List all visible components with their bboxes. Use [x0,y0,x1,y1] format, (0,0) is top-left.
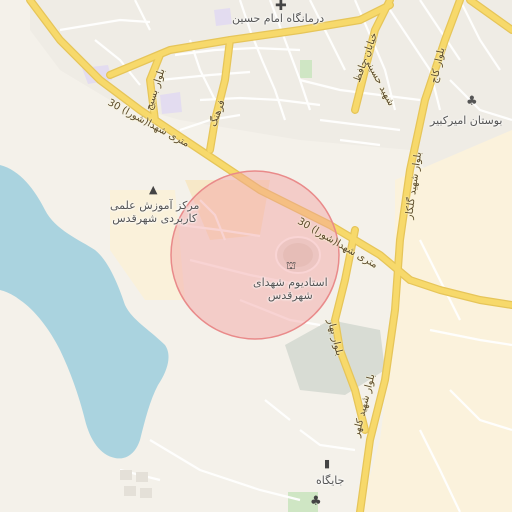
poi-label-stadium[interactable]: استادیوم شهدای شهرقدس [253,276,328,302]
park-tree-icon[interactable]: ♣ [466,95,478,108]
map-view[interactable]: ✚ ♣ ▲ ⛫ ▮ ♣ درمانگاه امام حسین بوستان ام… [0,0,512,512]
park-tree-icon: ♣ [310,494,322,509]
poi-label-clinic[interactable]: درمانگاه امام حسین [232,12,324,25]
poi-label-line: مرکز آموزش علمی [110,199,200,212]
fuel-pump-icon[interactable]: ▮ [324,458,330,470]
stadium-icon[interactable]: ⛫ [286,260,296,272]
poi-label-line: شهرقدس [267,289,313,302]
poi-label-park[interactable]: بوستان امیرکبیر [430,114,503,127]
poi-label-gas-station[interactable]: جایگاه [316,474,344,487]
poi-label-line: کاربردی شهرقدس [112,212,198,225]
medical-cross-icon[interactable]: ✚ [275,0,287,13]
graduation-cap-icon[interactable]: ▲ [149,184,157,196]
highlight-circle [170,170,340,340]
poi-label-education-center[interactable]: مرکز آموزش علمی کاربردی شهرقدس [110,199,199,225]
poi-label-line: استادیوم شهدای [253,276,328,289]
